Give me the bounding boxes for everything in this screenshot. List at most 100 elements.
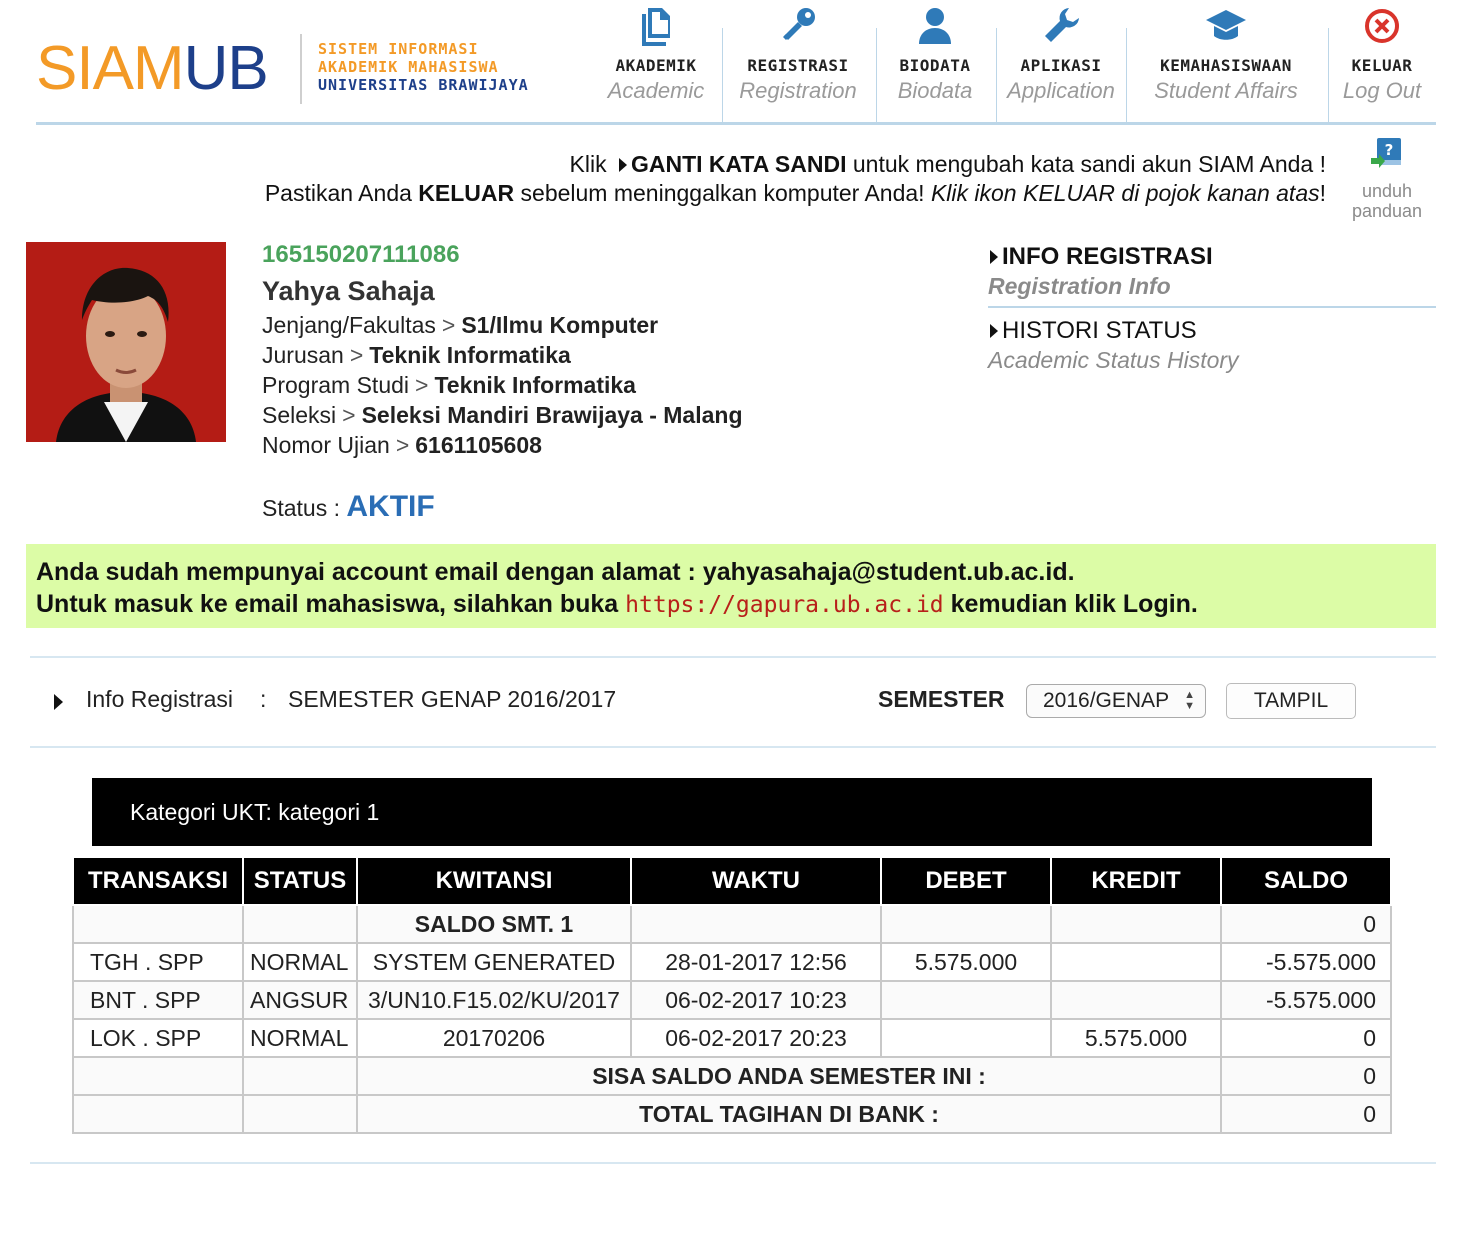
semester-select[interactable]: 2016/GENAP ▲ ▼ (1026, 684, 1206, 718)
table-cell (880, 904, 1052, 944)
table-cell: LOK . SPP (72, 1018, 244, 1058)
notice-line-1: Klik GANTI KATA SANDI untuk mengubah kat… (265, 150, 1326, 179)
profile-value: S1/Ilmu Komputer (461, 312, 659, 338)
chevron-right-icon: > (349, 342, 364, 368)
col-kredit: KREDIT (1050, 856, 1222, 906)
table-cell: NORMAL (242, 942, 358, 982)
profile-key: Seleksi (262, 402, 337, 428)
nav-akademik[interactable]: AKADEMIK Academic (596, 0, 716, 112)
logo-divider (300, 34, 302, 104)
email-text: Untuk masuk ke email mahasiswa, silahkan… (36, 590, 619, 618)
select-arrows-icon: ▲ ▼ (1184, 689, 1195, 712)
help-label-2: panduan (1351, 201, 1423, 221)
semester-select-value: 2016/GENAP (1043, 689, 1170, 712)
chevron-right-icon: > (415, 372, 429, 398)
nav-kemahasiswaan-sub: Student Affairs (1154, 78, 1298, 103)
semester-bar: Info Registrasi : SEMESTER GENAP 2016/20… (54, 683, 1414, 719)
histori-status-link[interactable]: HISTORI STATUS Academic Status History (988, 316, 1436, 374)
key-icon (783, 8, 815, 40)
profile-key: Program Studi (262, 372, 410, 398)
profile-value: Teknik Informatika (369, 342, 571, 368)
gapura-link[interactable]: https://gapura.ub.ac.id (625, 592, 944, 618)
nav-biodata-sub: Biodata (897, 78, 973, 103)
profile-value: Teknik Informatika (434, 372, 636, 398)
nav-separator (1126, 28, 1127, 124)
table-cell: SYSTEM GENERATED (356, 942, 632, 982)
tampil-button[interactable]: TAMPIL (1226, 683, 1356, 719)
nav-registrasi-label: REGISTRASI (747, 56, 849, 75)
email-line-2: Untuk masuk ke email mahasiswa, silahkan… (36, 588, 1426, 621)
wrench-icon (1045, 8, 1079, 42)
nav-keluar[interactable]: KELUAR Log Out (1332, 0, 1432, 112)
notice-text: Klik (569, 151, 607, 177)
table-row: TOTAL TAGIHAN DI BANK : 0 (72, 1094, 1392, 1134)
table-cell (880, 980, 1052, 1020)
nav-keluar-label: KELUAR (1351, 56, 1413, 75)
profile-value: Seleksi Mandiri Brawijaya - Malang (361, 402, 743, 428)
chevron-right-icon: > (441, 312, 456, 338)
arrow-right-icon (618, 157, 627, 172)
table-row: LOK . SPP NORMAL 20170206 06-02-2017 20:… (72, 1018, 1392, 1058)
notice-line-2: Pastikan Anda KELUAR sebelum meninggalka… (265, 179, 1326, 208)
nav-akademik-label: AKADEMIK (615, 56, 697, 75)
status-badge: AKTIF (346, 490, 435, 523)
download-guide-button[interactable]: ? unduh panduan (1346, 136, 1428, 221)
table-cell (72, 904, 244, 944)
table-cell (630, 904, 882, 944)
sisa-saldo-value: 0 (1220, 1056, 1392, 1096)
notice-text: ! (1319, 180, 1326, 206)
notice-bold: KELUAR (418, 180, 515, 206)
siamub-logo[interactable]: SIAMUB (36, 34, 269, 104)
side-divider (988, 306, 1436, 308)
info-registrasi-link[interactable]: INFO REGISTRASI Registration Info (988, 242, 1436, 300)
profile-key: Jurusan (262, 342, 344, 368)
profile-row-department: Jurusan > Teknik Informatika (262, 340, 743, 370)
nav-registrasi[interactable]: REGISTRASI Registration (728, 0, 868, 112)
nav-biodata[interactable]: BIODATA Biodata (880, 0, 990, 112)
divider (30, 746, 1436, 748)
nav-separator (722, 28, 723, 124)
col-kwitansi: KWITANSI (356, 856, 632, 906)
logo-subtitle: SISTEM INFORMASI AKADEMIK MAHASISWA UNIV… (318, 40, 529, 94)
col-debet: DEBET (880, 856, 1052, 906)
logo-line-1: SISTEM INFORMASI (318, 40, 479, 58)
semester-label: SEMESTER (878, 686, 1005, 712)
profile-key: Jenjang/Fakultas (262, 312, 436, 338)
table-cell (72, 1056, 244, 1096)
logo-line-2: AKADEMIK MAHASISWA (318, 58, 499, 76)
chevron-right-icon: > (342, 402, 356, 428)
help-download-icon: ? (1371, 138, 1401, 168)
profile-key: Nomor Ujian (262, 432, 390, 458)
table-cell (1050, 942, 1222, 982)
table-cell: 0 (1220, 1018, 1392, 1058)
document-copy-icon (642, 8, 670, 46)
semester-value: SEMESTER GENAP 2016/2017 (288, 686, 617, 712)
student-name: Yahya Sahaja (262, 276, 435, 306)
total-tagihan-value: 0 (1220, 1094, 1392, 1134)
info-registrasi-title: INFO REGISTRASI (1002, 243, 1213, 270)
nav-akademik-sub: Academic (607, 78, 705, 103)
nav-kemahasiswaan[interactable]: KEMAHASISWAAN Student Affairs (1130, 0, 1322, 112)
table-cell (1050, 904, 1222, 944)
table-cell: 3/UN10.F15.02/KU/2017 (356, 980, 632, 1020)
table-cell: 28-01-2017 12:56 (630, 942, 882, 982)
change-password-link[interactable]: GANTI KATA SANDI (631, 151, 847, 177)
table-cell (880, 1018, 1052, 1058)
table-cell: 5.575.000 (880, 942, 1052, 982)
sisa-saldo-label: SISA SALDO ANDA SEMESTER INI : (356, 1056, 1222, 1096)
table-header: TRANSAKSI STATUS KWITANSI WAKTU DEBET KR… (72, 856, 1392, 906)
nav-separator (996, 28, 997, 124)
divider (30, 656, 1436, 658)
col-saldo: SALDO (1220, 856, 1392, 906)
info-registrasi-label: Info Registrasi (86, 686, 234, 712)
table-cell: 06-02-2017 10:23 (630, 980, 882, 1020)
notice-italic: Klik ikon KELUAR di pojok kanan atas (930, 180, 1320, 206)
col-transaksi: TRANSAKSI (72, 856, 244, 906)
transaction-table: TRANSAKSI STATUS KWITANSI WAKTU DEBET KR… (72, 856, 1392, 1134)
chevron-right-icon: > (395, 432, 410, 458)
graduation-cap-icon (1206, 10, 1246, 40)
notice-text: sebelum meninggalkan komputer Anda! (520, 180, 925, 206)
user-icon (919, 8, 951, 44)
nav-aplikasi[interactable]: APLIKASI Application (1000, 0, 1122, 112)
email-info-banner: Anda sudah mempunyai account email denga… (26, 544, 1436, 628)
